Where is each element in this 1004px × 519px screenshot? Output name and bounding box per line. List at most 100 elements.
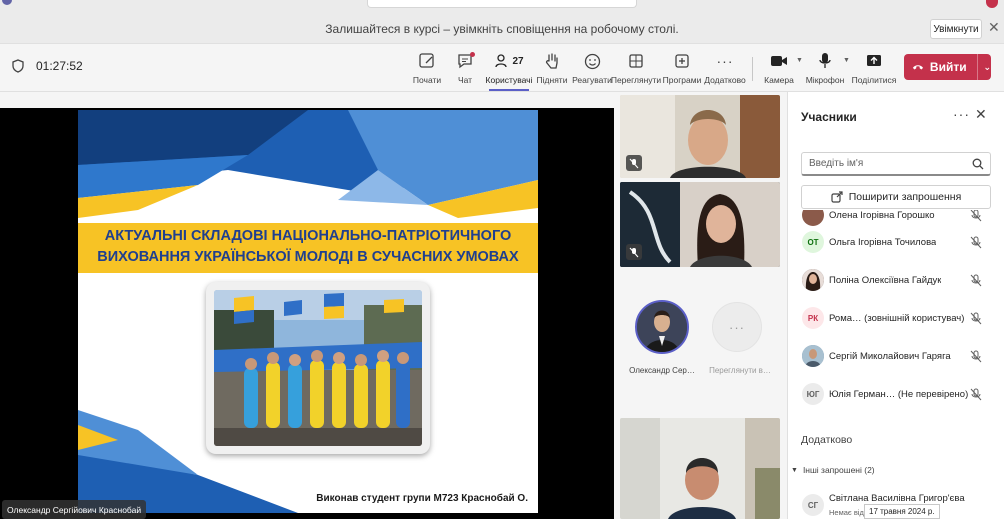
avatar: РК: [802, 307, 824, 329]
tool-label: Програми: [662, 75, 702, 85]
react-button[interactable]: Реагувати: [571, 50, 613, 88]
view-button[interactable]: Переглянути: [611, 50, 661, 88]
timer-text: 01:27:52: [36, 59, 83, 73]
panel-title: Учасники: [801, 110, 857, 124]
global-search-bar[interactable]: [367, 0, 637, 8]
camera-button[interactable]: Камера: [758, 50, 800, 88]
more-icon: ···: [716, 53, 734, 69]
mic-icon: [819, 53, 831, 68]
section-header-additional: Додатково: [801, 434, 853, 446]
tool-label: Камера: [764, 75, 794, 85]
participant-video: [620, 182, 780, 267]
mic-off-icon: [970, 350, 982, 362]
tool-label: Переглянути: [610, 75, 662, 85]
chevron-down-icon[interactable]: ▼: [796, 57, 803, 64]
apps-button[interactable]: Програми: [661, 50, 703, 88]
avatar: [802, 210, 824, 226]
people-button[interactable]: 27 Користувачі: [486, 50, 532, 91]
participant-row[interactable]: Сергій Миколайович Гаряга: [788, 339, 1004, 373]
participant-row[interactable]: ЮГ Юлія Герман… (Не перевірено): [788, 377, 1004, 410]
enable-notifications-button[interactable]: Увімкнути: [930, 19, 982, 39]
people-icon: [495, 54, 508, 68]
date-tooltip: 17 травня 2024 р.: [864, 504, 940, 519]
share-invite-button[interactable]: Поширити запрошення: [801, 185, 991, 209]
tool-label: Мікрофон: [805, 75, 845, 85]
notification-banner: Залишайтеся в курсі – увімкніть сповіщен…: [0, 14, 1004, 44]
avatar: ОТ: [802, 231, 824, 253]
participants-panel: Учасники ··· ✕ Поширити запрошення Олена…: [787, 92, 1004, 519]
video-tile[interactable]: [620, 95, 780, 178]
participant-name: Юлія Герман… (Не перевірено): [829, 388, 969, 400]
react-icon: [584, 53, 600, 69]
camera-icon: [771, 56, 787, 66]
invite-label: Поширити запрошення: [848, 191, 962, 203]
search-icon[interactable]: [972, 158, 984, 170]
mic-off-indicator: [626, 155, 642, 171]
participant-name: Ольга Ігорівна Точилова: [829, 236, 937, 248]
mic-off-icon: [629, 247, 639, 257]
banner-message: Залишайтеся в курсі – увімкніть сповіщен…: [325, 22, 679, 36]
mic-off-icon: [629, 158, 639, 168]
leave-label: Вийти: [929, 60, 967, 74]
video-tile[interactable]: [620, 418, 780, 519]
share-button[interactable]: Поділитися: [852, 50, 896, 88]
more-actions-button[interactable]: ··· Додатково: [704, 50, 746, 88]
avatar: [802, 269, 824, 291]
compose-icon: [419, 53, 434, 68]
view-icon: [629, 54, 643, 68]
tool-label: Чат: [457, 75, 473, 85]
avatar-name: Олександр Сер…: [629, 366, 695, 375]
meeting-toolbar: 01:27:52 Почати Чат 27 Користувачі Підня…: [0, 45, 1004, 92]
raise-hand-icon: [545, 53, 558, 69]
view-more-label: Переглянути в…: [709, 366, 771, 375]
participant-row[interactable]: РК Рома… (зовнішній користувач): [788, 301, 1004, 335]
mic-off-indicator: [626, 244, 642, 260]
avatar: [802, 345, 824, 367]
leave-divider: [976, 54, 978, 80]
participant-row[interactable]: ОТ Ольга Ігорівна Точилова: [788, 225, 1004, 259]
avatar: СГ: [802, 494, 824, 516]
video-tile[interactable]: [620, 182, 780, 267]
tool-label: Реагувати: [572, 75, 612, 85]
presentation-slide: АКТУАЛЬНІ СКЛАДОВІ НАЦІОНАЛЬНО-ПАТРІОТИЧ…: [78, 110, 538, 513]
view-more-button[interactable]: ···: [712, 302, 762, 352]
mic-off-icon: [970, 388, 982, 400]
participant-video: [620, 418, 780, 519]
close-icon[interactable]: ✕: [975, 106, 987, 123]
toolbar-divider: [752, 57, 753, 81]
unread-dot: [470, 52, 475, 57]
chevron-down-icon[interactable]: ▼: [843, 57, 850, 64]
chevron-down-icon[interactable]: ⌄: [983, 62, 991, 73]
avatar[interactable]: [635, 300, 689, 354]
tool-label: Почати: [412, 75, 442, 85]
tool-label: Підняти: [536, 75, 568, 85]
slide-photo-frame: [206, 282, 430, 454]
participant-row[interactable]: Поліна Олексіївна Гайдук: [788, 263, 1004, 297]
leave-button[interactable]: Вийти ⌄: [904, 54, 991, 80]
mic-off-icon: [970, 312, 982, 324]
tool-label: Додатково: [704, 75, 746, 85]
profile-photo: [637, 302, 687, 352]
mic-button[interactable]: Мікрофон: [804, 50, 846, 88]
profile-photo: [802, 269, 824, 291]
phone-hangup-icon: [912, 65, 924, 70]
chat-button[interactable]: Чат: [444, 50, 486, 88]
mic-off-icon: [970, 274, 982, 286]
teams-meeting-window: Залишайтеся в курсі – увімкніть сповіщен…: [0, 0, 1004, 519]
raise-hand-button[interactable]: Підняти: [531, 50, 573, 88]
avatar-tiles-row: ··· Олександр Сер… Переглянути в…: [620, 270, 780, 410]
participant-video: [620, 95, 780, 178]
participant-search-input[interactable]: [801, 152, 991, 176]
start-button[interactable]: Почати: [406, 50, 448, 88]
close-icon[interactable]: ✕: [988, 19, 1000, 36]
shared-screen-stage: АКТУАЛЬНІ СКЛАДОВІ НАЦІОНАЛЬНО-ПАТРІОТИЧ…: [0, 108, 614, 519]
apps-icon: [675, 54, 689, 68]
participant-name: Олена Ігорівна Горошко: [829, 210, 935, 221]
presenter-name-tag: Олександр Сергійович Краснобай: [2, 500, 147, 519]
mic-off-icon: [970, 210, 982, 221]
profile-avatar[interactable]: [986, 0, 998, 8]
shield-icon: [12, 59, 24, 73]
more-options-icon[interactable]: ···: [953, 106, 970, 122]
slide-author: Виконав студент групи М723 Краснобай О.: [316, 493, 528, 504]
invited-group-toggle[interactable]: ▼ Інші запрошені (2): [791, 465, 875, 475]
